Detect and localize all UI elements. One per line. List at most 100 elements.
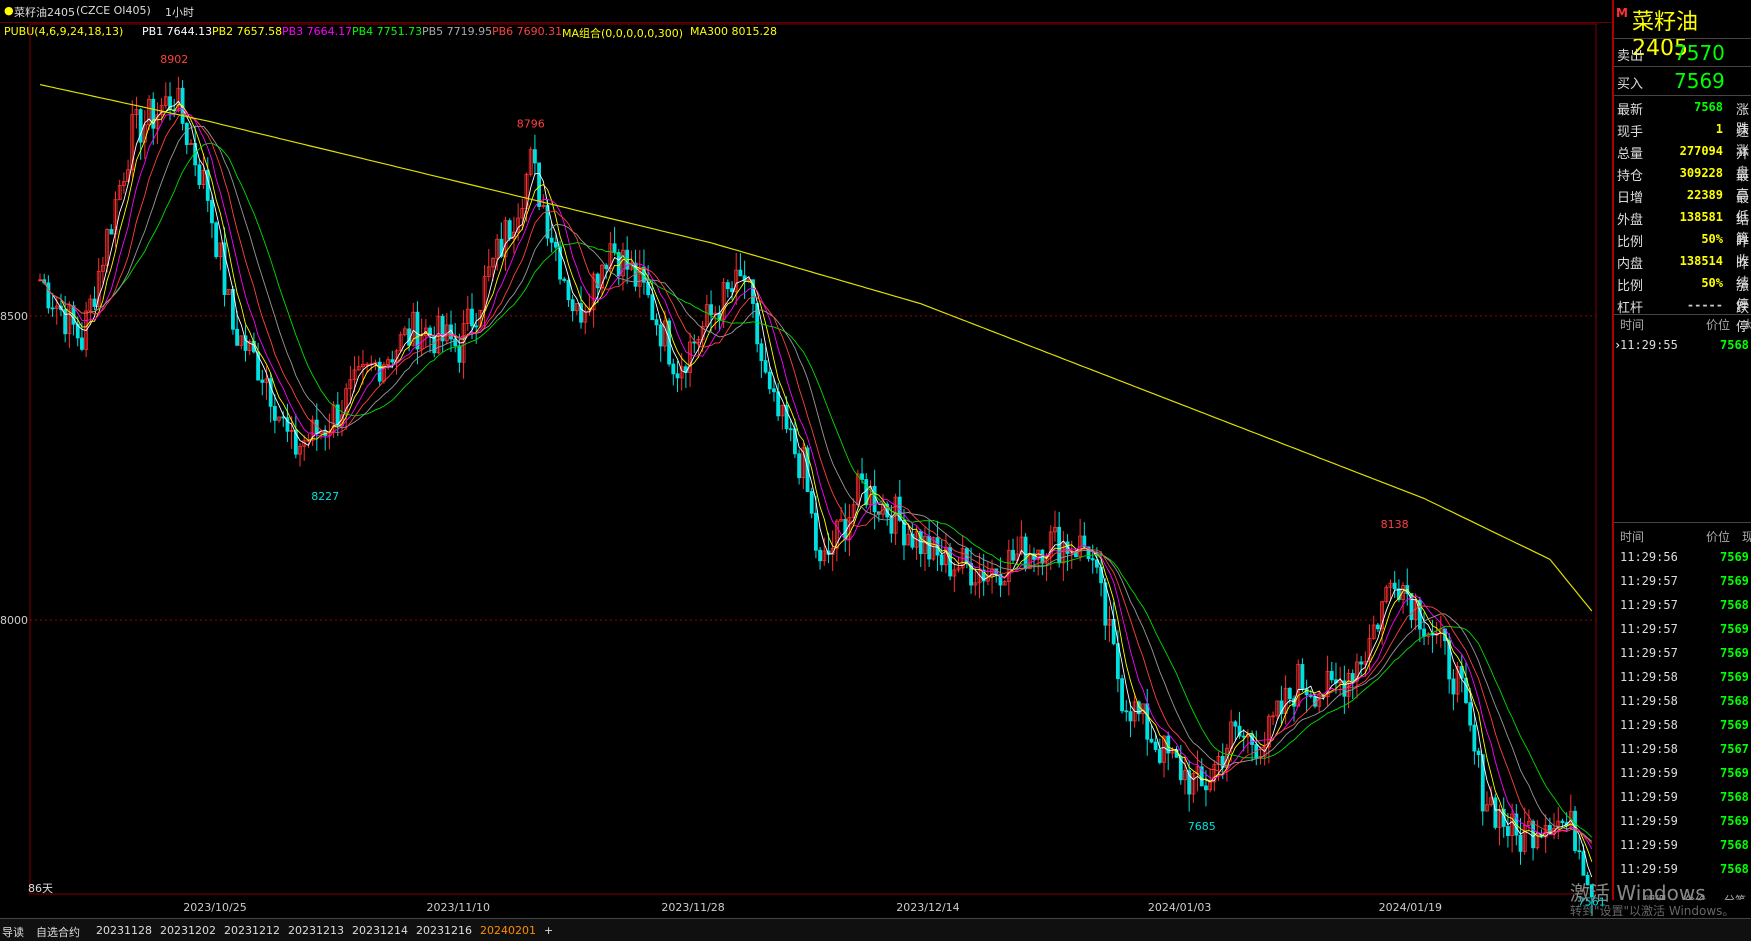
candle-body bbox=[1464, 677, 1468, 704]
stat-value: 50% bbox=[1701, 276, 1723, 290]
candle-body bbox=[725, 282, 730, 290]
candle-body bbox=[260, 379, 265, 383]
candle-body bbox=[1560, 820, 1565, 824]
candle-body bbox=[1124, 710, 1129, 713]
stat-row: 比例 50% 涨停 bbox=[1614, 272, 1751, 313]
candle-body bbox=[814, 512, 818, 551]
ma-line bbox=[39, 112, 1593, 844]
divider bbox=[1614, 314, 1751, 315]
stat-value: ----- bbox=[1686, 298, 1723, 312]
candle-body bbox=[390, 359, 395, 363]
candle-body bbox=[210, 200, 214, 224]
candle-body bbox=[654, 319, 659, 326]
tick-row: 11:29:58 7567 bbox=[1614, 742, 1751, 766]
x-tick-label: 2024/01/03 bbox=[1148, 901, 1211, 914]
bars-count-label: 86天 bbox=[28, 882, 53, 895]
tab-分笔[interactable]: 分笔 bbox=[1724, 892, 1746, 900]
tick-price: 7569 bbox=[1720, 718, 1749, 732]
candle-body bbox=[1350, 673, 1355, 682]
candle-body bbox=[759, 343, 764, 361]
bottom-tab[interactable]: 自选合约 bbox=[36, 924, 80, 940]
candle-body bbox=[658, 324, 663, 347]
candle-body bbox=[537, 162, 541, 207]
bottom-tab[interactable]: 导读 bbox=[2, 924, 24, 940]
bottom-tab[interactable]: + bbox=[544, 924, 553, 937]
stat-row: 日增 22389 最低 bbox=[1614, 184, 1751, 225]
buy-row: 买入 7569 bbox=[1614, 66, 1751, 96]
tick-row: 11:29:59 7569 bbox=[1614, 814, 1751, 838]
candle-body bbox=[1506, 826, 1510, 837]
tick-first: › 11:29:55 7568 bbox=[1614, 338, 1749, 352]
x-tick-label: 2023/12/14 bbox=[896, 901, 959, 914]
bottom-tab[interactable]: 20240201 bbox=[480, 924, 536, 937]
candle-body bbox=[50, 307, 55, 310]
tick-time: 11:29:59 bbox=[1620, 838, 1678, 852]
candle-body bbox=[1153, 741, 1158, 750]
tick-price: 7568 bbox=[1720, 694, 1749, 708]
candle-body bbox=[1376, 624, 1380, 630]
candle-body bbox=[818, 549, 822, 562]
tick-time: 11:29:58 bbox=[1620, 718, 1678, 732]
price-annotation: 8138 bbox=[1381, 518, 1409, 531]
candle-body bbox=[1233, 721, 1238, 727]
ma-line bbox=[39, 108, 1593, 850]
stat-row: 外盘 138581 结算 bbox=[1614, 206, 1751, 247]
candle-body bbox=[1204, 785, 1208, 791]
tick-header-2: 时间 价位 现 bbox=[1620, 530, 1751, 544]
candle-body bbox=[1476, 750, 1481, 756]
tick-row: 11:29:59 7568 bbox=[1614, 838, 1751, 862]
stat-label: 比例 bbox=[1617, 279, 1644, 294]
stat-value: 277094 bbox=[1679, 144, 1723, 158]
candle-body bbox=[772, 388, 776, 393]
candle-body bbox=[1493, 797, 1498, 828]
stat-value: 138514 bbox=[1679, 254, 1723, 268]
candle-body bbox=[1287, 687, 1292, 700]
tick-row: 11:29:58 7569 bbox=[1614, 670, 1751, 694]
tick-price: 7569 bbox=[1720, 622, 1749, 636]
bottom-tab[interactable]: 20231213 bbox=[288, 924, 344, 937]
stat-row: 比例 50% 昨收 bbox=[1614, 228, 1751, 269]
stat-label: 日增 bbox=[1617, 191, 1644, 206]
stat-label: 内盘 bbox=[1617, 257, 1644, 272]
candle-body bbox=[797, 453, 802, 479]
activation-hint: 转到"设置"以激活 Windows。 bbox=[1570, 904, 1735, 918]
candle-body bbox=[612, 243, 617, 253]
stat-value: 22389 bbox=[1686, 188, 1723, 202]
tick-time: 11:29:57 bbox=[1620, 598, 1678, 612]
x-tick-label: 2023/11/10 bbox=[427, 901, 490, 914]
stat-value: 309228 bbox=[1679, 166, 1723, 180]
buy-price: 7569 bbox=[1674, 69, 1725, 93]
stat-row: 内盘 138514 昨结 bbox=[1614, 250, 1751, 291]
tick-time: 11:29:58 bbox=[1620, 742, 1678, 756]
stat-value: 138581 bbox=[1679, 210, 1723, 224]
bottom-tab[interactable]: 20231128 bbox=[96, 924, 152, 937]
candle-body bbox=[570, 299, 575, 312]
chart-frame bbox=[29, 23, 1597, 895]
stat-label: 最新 bbox=[1617, 103, 1644, 118]
tick-row: 11:29:57 7569 bbox=[1614, 622, 1751, 646]
stat-row: 杠杆 ----- 跌停 bbox=[1614, 294, 1751, 335]
candle-body bbox=[1472, 724, 1477, 752]
candlestick-chart[interactable]: 8500 8000 2023/10/25 2023/11/10 2023/11/28 20… bbox=[0, 0, 1612, 918]
candle-body bbox=[549, 237, 554, 243]
tick-price: 7567 bbox=[1720, 742, 1749, 756]
divider bbox=[1614, 522, 1751, 523]
bottom-tab[interactable]: 20231214 bbox=[352, 924, 408, 937]
tick-price: 7569 bbox=[1720, 574, 1749, 588]
tick-row: 11:29:58 7569 bbox=[1614, 718, 1751, 742]
candle-body bbox=[730, 288, 734, 292]
candle-body bbox=[918, 530, 923, 555]
bottom-tab[interactable]: 20231202 bbox=[160, 924, 216, 937]
tick-price: 7569 bbox=[1720, 766, 1749, 780]
candle-body bbox=[675, 373, 680, 379]
bottom-tab[interactable]: 20231212 bbox=[224, 924, 280, 937]
bottom-tab[interactable]: 20231216 bbox=[416, 924, 472, 937]
tick-price: 7568 bbox=[1720, 790, 1749, 804]
candle-body bbox=[788, 428, 793, 431]
tick-time: 11:29:57 bbox=[1620, 622, 1678, 636]
candle-body bbox=[671, 363, 676, 375]
tick-time: 11:29:59 bbox=[1620, 790, 1678, 804]
tick-time: 11:29:59 bbox=[1620, 862, 1678, 876]
stat-row: 持仓 309228 最高 bbox=[1614, 162, 1751, 203]
stat-label: 外盘 bbox=[1617, 213, 1644, 228]
